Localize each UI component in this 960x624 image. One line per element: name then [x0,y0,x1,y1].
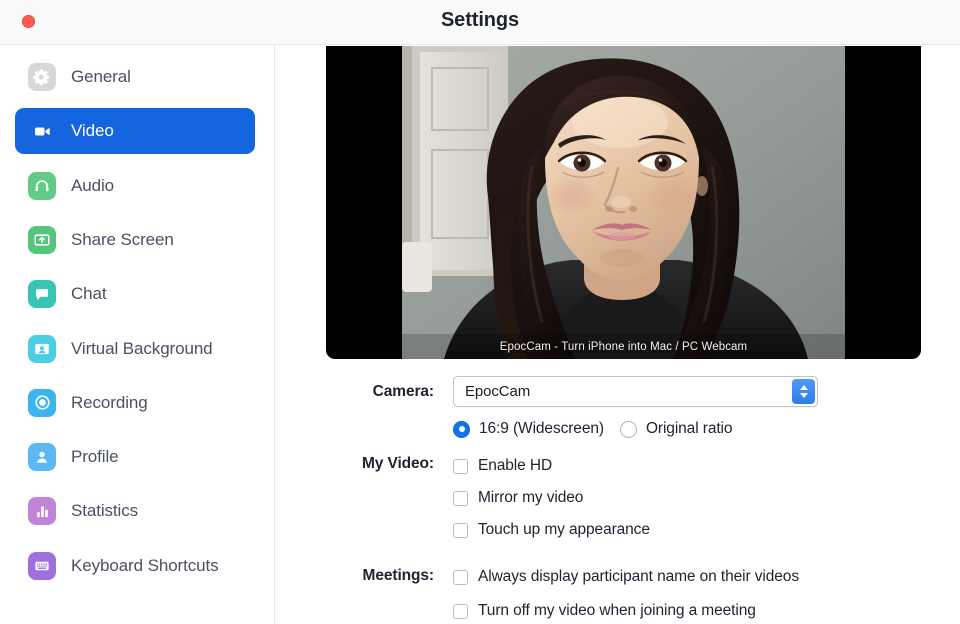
checkbox-box[interactable] [453,603,468,619]
my-video-label: My Video: [361,455,434,472]
sidebar-item-statistics[interactable]: Statistics [15,488,255,534]
video-camera-icon [28,117,56,145]
sidebar-item-profile[interactable]: Profile [15,434,255,480]
checkbox-label: Always display participant name on their… [478,568,799,585]
radio-widescreen-label: 16:9 (Widescreen) [479,420,604,437]
webcam-image [402,46,845,359]
chevron-updown-icon[interactable] [792,379,815,404]
sidebar-item-chat[interactable]: Chat [15,271,255,317]
meetings-label: Meetings: [362,567,435,584]
gear-icon [28,63,56,91]
keyboard-icon [28,551,56,580]
share-screen-icon [28,225,56,254]
chat-bubble-icon [28,280,56,309]
checkbox-mirror-my-video[interactable]: Mirror my video [453,489,583,507]
sidebar-item-label: Recording [71,392,148,412]
video-preview-panel: EpocCam - Turn iPhone into Mac / PC Webc… [326,46,921,359]
meetings-row: Meetings: [326,567,435,585]
sidebar-item-video[interactable]: Video [15,108,255,155]
radio-widescreen[interactable] [453,420,470,438]
checkbox-box[interactable] [453,522,468,538]
sidebar-item-label: Audio [71,175,114,195]
sidebar-item-label: Virtual Background [71,338,213,358]
sidebar-item-keyboard-shortcuts[interactable]: Keyboard Shortcuts [15,543,255,589]
checkbox-label: Enable HD [478,457,553,474]
sidebar-item-label: General [71,67,131,86]
checkbox-label: Mirror my video [478,489,584,506]
sidebar-item-label: Profile [71,447,119,467]
my-video-row: My Video: [326,455,434,473]
camera-row: Camera: [326,383,434,401]
video-settings-form: Camera: EpocCam 16:9 (Widescreen) Origin… [326,359,960,624]
checkbox-touch-up-my-appearance[interactable]: Touch up my appearance [453,521,650,539]
headphones-icon [28,171,56,200]
camera-label: Camera: [372,383,434,400]
sidebar-item-label: Chat [71,284,107,304]
sidebar-item-virtual-background[interactable]: Virtual Background [15,326,255,372]
checkbox-label: Turn off my video when joining a meeting [478,602,756,619]
video-watermark: EpocCam - Turn iPhone into Mac / PC Webc… [499,341,748,353]
virtual-background-icon [28,334,56,363]
settings-window: Settings General Video Audio Share Screen Ch… [0,0,960,624]
sidebar-item-label: Statistics [71,501,139,521]
checkbox-box[interactable] [453,569,468,585]
sidebar-item-label: Keyboard Shortcuts [71,555,219,575]
sidebar-item-share-screen[interactable]: Share Screen [15,217,255,263]
checkbox-enable-hd[interactable]: Enable HD [453,457,552,475]
checkbox-box[interactable] [453,490,468,506]
sidebar-item-recording[interactable]: Recording [15,380,255,426]
sidebar-item-label: Video [71,121,114,141]
gear-glyph [33,69,49,86]
person-icon [28,443,56,472]
camera-select-value: EpocCam [465,383,531,400]
sidebar-item-audio[interactable]: Audio [15,163,255,209]
camera-select[interactable]: EpocCam [453,376,818,407]
radio-original-ratio-label: Original ratio [645,420,733,437]
bar-chart-icon [28,497,56,526]
sidebar: General Video Audio Share Screen Chat Virtual… [0,46,275,624]
radio-original-ratio[interactable] [619,420,637,438]
sidebar-item-general[interactable]: General [15,54,255,100]
checkbox-always-display-participant-name[interactable]: Always display participant name on their… [453,568,799,586]
record-circle-icon [28,388,56,417]
checkbox-turn-off-my-video-when-joining[interactable]: Turn off my video when joining a meeting [453,602,756,620]
sidebar-item-label: Share Screen [71,229,174,249]
checkbox-box[interactable] [453,458,468,474]
aspect-ratio-group: 16:9 (Widescreen) Original ratio [453,420,733,438]
title-bar: Settings [0,0,960,45]
camera-feed: EpocCam - Turn iPhone into Mac / PC Webc… [402,46,845,359]
checkbox-label: Touch up my appearance [478,521,650,538]
page-title: Settings [440,9,520,31]
